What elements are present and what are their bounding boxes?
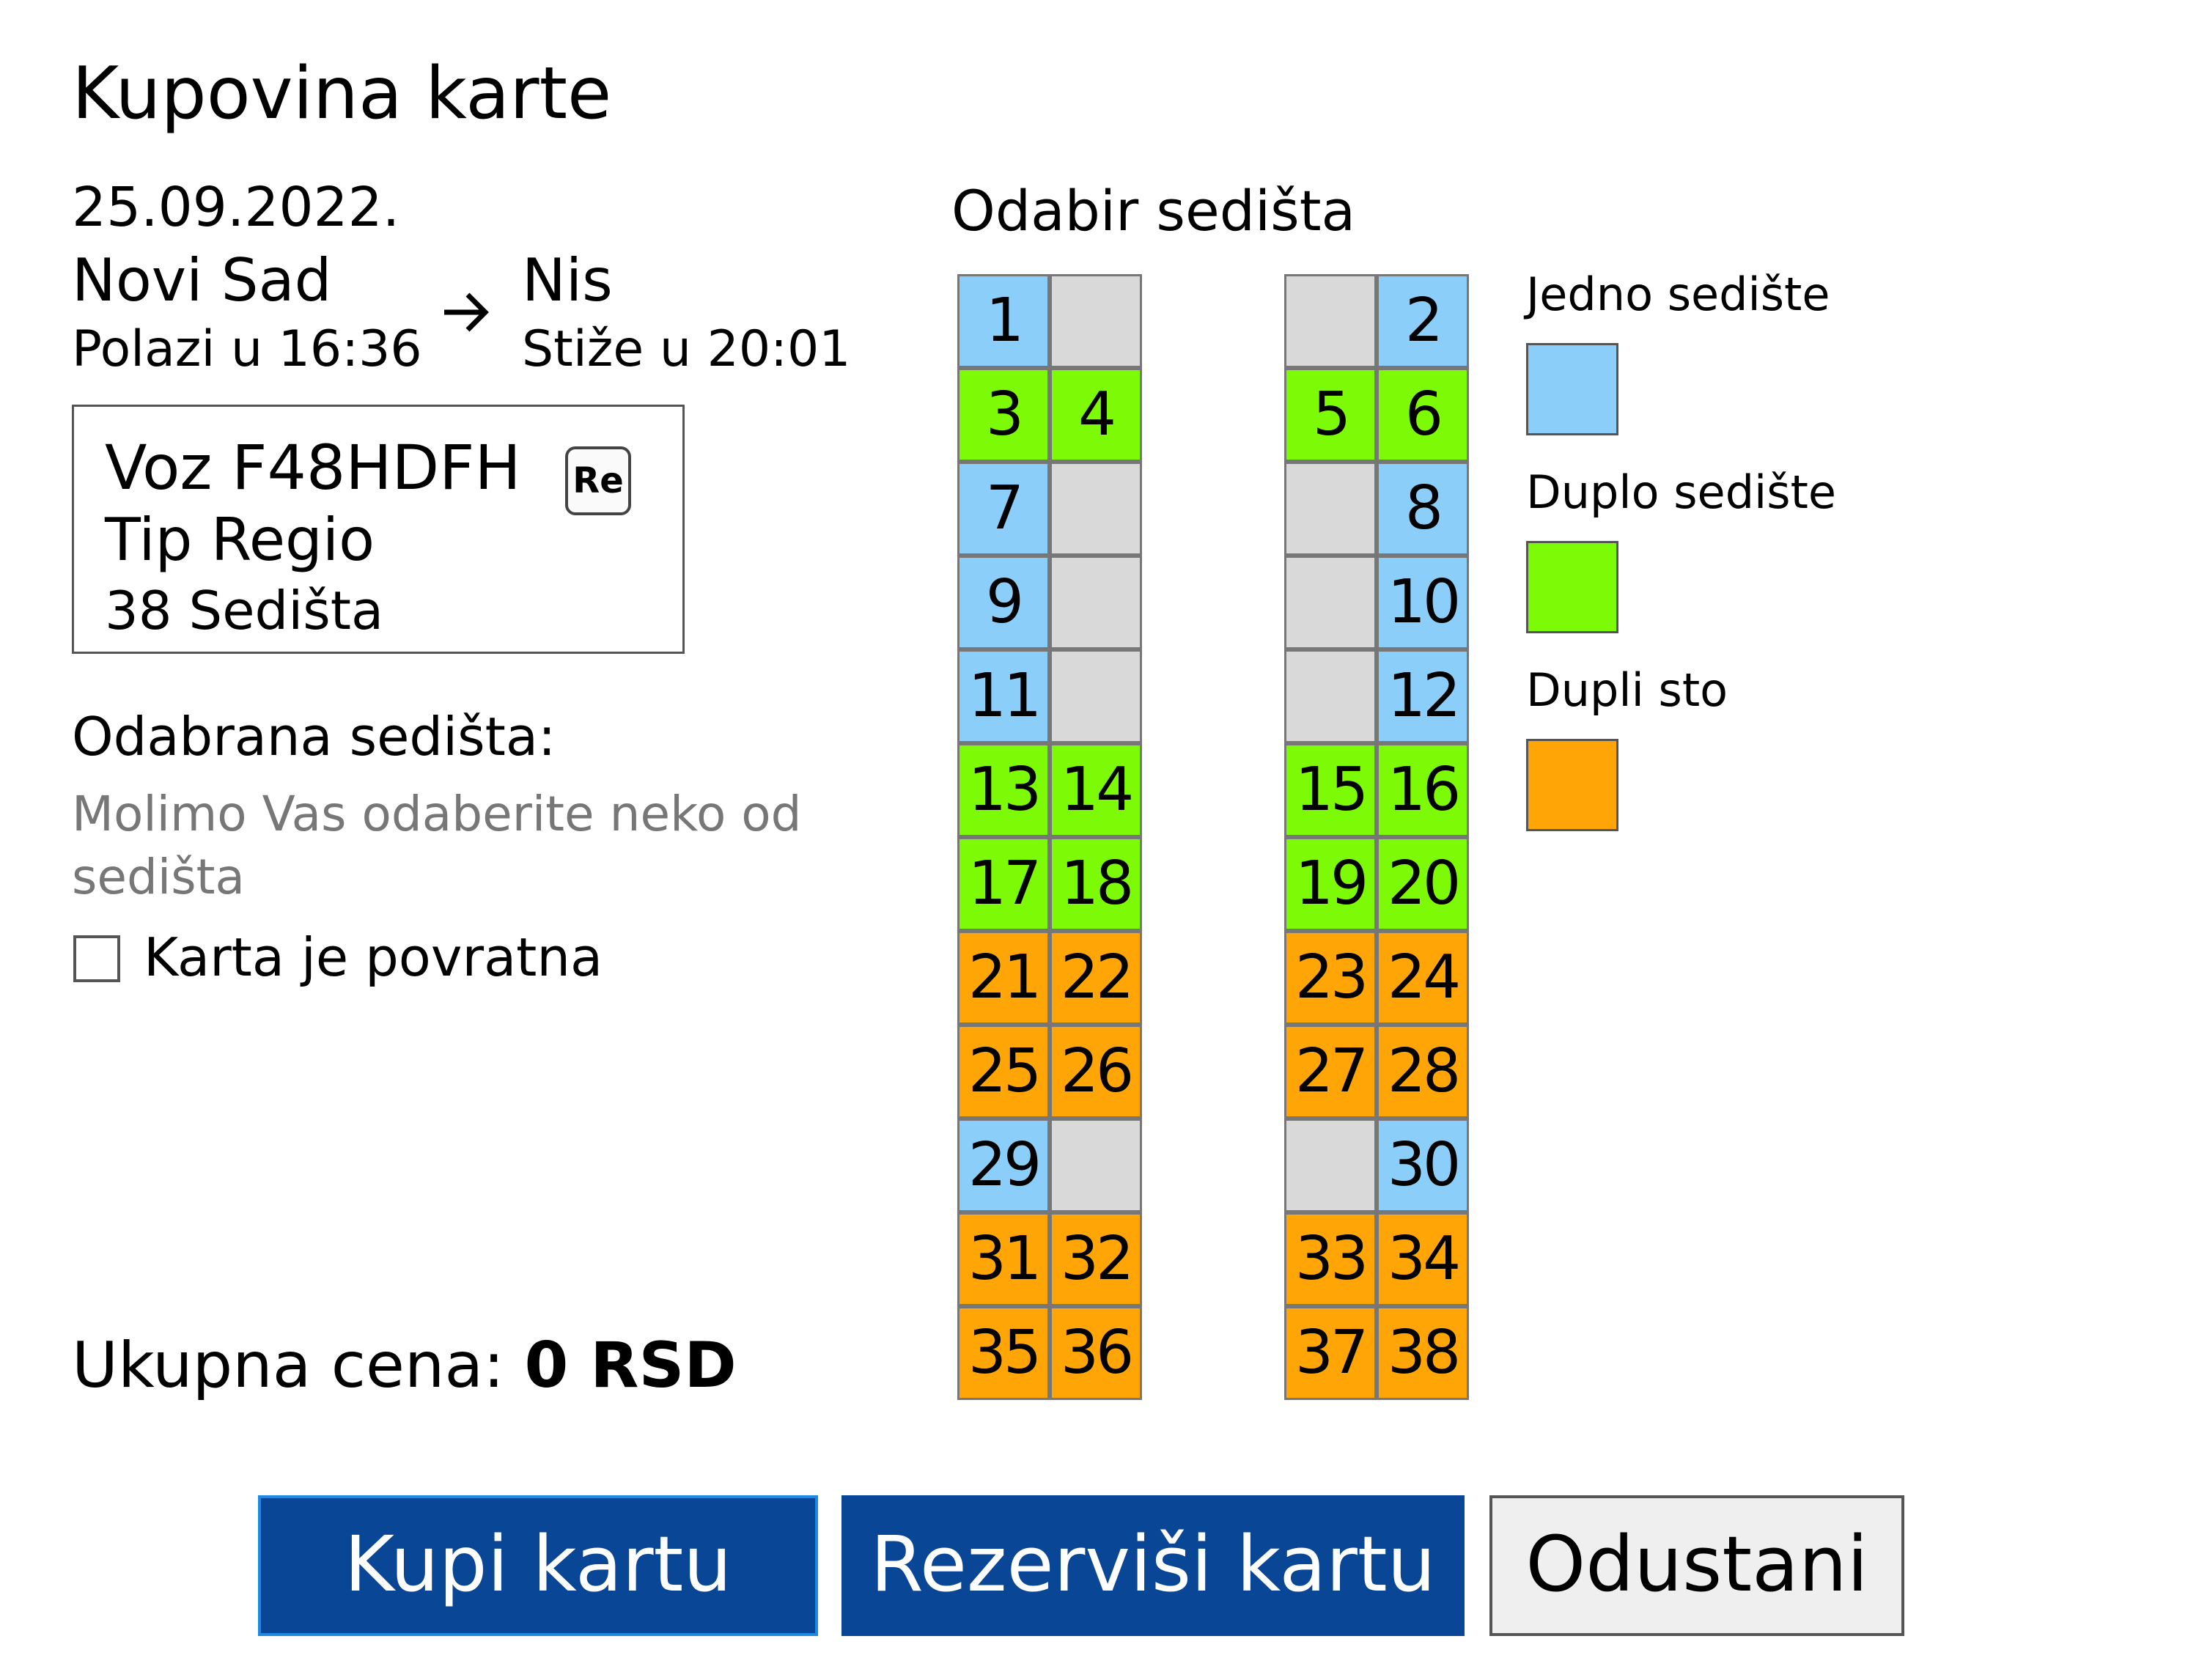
seat-26[interactable]: 26 bbox=[1050, 1025, 1142, 1119]
legend-swatch-single bbox=[1526, 343, 1618, 435]
total-price-value: 0 RSD bbox=[524, 1329, 737, 1402]
seat-7[interactable]: 7 bbox=[957, 462, 1050, 556]
seat-placeholder bbox=[1050, 462, 1142, 556]
seat-placeholder bbox=[1284, 462, 1377, 556]
seat-placeholder bbox=[1284, 1119, 1377, 1212]
seat-25[interactable]: 25 bbox=[957, 1025, 1050, 1119]
seat-32[interactable]: 32 bbox=[1050, 1212, 1142, 1306]
seat-14[interactable]: 14 bbox=[1050, 743, 1142, 837]
selected-seats-placeholder: Molimo Vas odaberite neko od sedišta bbox=[72, 786, 802, 905]
seat-13[interactable]: 13 bbox=[957, 743, 1050, 837]
total-price-label: Ukupna cena: bbox=[72, 1329, 505, 1402]
seat-5[interactable]: 5 bbox=[1284, 368, 1377, 462]
arrow-right-icon bbox=[444, 292, 489, 332]
seat-9[interactable]: 9 bbox=[957, 556, 1050, 649]
seat-27[interactable]: 27 bbox=[1284, 1025, 1377, 1119]
seat-30[interactable]: 30 bbox=[1377, 1119, 1469, 1212]
reserve-ticket-button[interactable]: Rezerviši kartu bbox=[841, 1495, 1465, 1636]
seat-placeholder bbox=[1050, 274, 1142, 368]
seat-23[interactable]: 23 bbox=[1284, 931, 1377, 1025]
seat-35[interactable]: 35 bbox=[957, 1306, 1050, 1400]
seat-placeholder bbox=[1284, 556, 1377, 649]
total-price: Ukupna cena: 0 RSD bbox=[72, 1325, 737, 1406]
seat-4[interactable]: 4 bbox=[1050, 368, 1142, 462]
departure-time: Polazi u 16:36 bbox=[72, 320, 422, 378]
seat-29[interactable]: 29 bbox=[957, 1119, 1050, 1212]
seat-placeholder bbox=[1284, 274, 1377, 368]
seat-22[interactable]: 22 bbox=[1050, 931, 1142, 1025]
legend-label-single: Jedno sedište bbox=[1526, 268, 1830, 321]
train-type-badge: Re bbox=[565, 446, 631, 515]
arrival-time: Stiže u 20:01 bbox=[522, 320, 851, 378]
seat-21[interactable]: 21 bbox=[957, 931, 1050, 1025]
seat-16[interactable]: 16 bbox=[1377, 743, 1469, 837]
return-ticket-checkbox[interactable] bbox=[73, 935, 120, 982]
legend-swatch-double bbox=[1526, 541, 1618, 633]
seat-placeholder bbox=[1284, 649, 1377, 743]
seat-18[interactable]: 18 bbox=[1050, 837, 1142, 931]
page-title: Kupovina karte bbox=[72, 52, 612, 136]
seat-placeholder bbox=[1050, 649, 1142, 743]
seat-15[interactable]: 15 bbox=[1284, 743, 1377, 837]
seat-33[interactable]: 33 bbox=[1284, 1212, 1377, 1306]
seat-31[interactable]: 31 bbox=[957, 1212, 1050, 1306]
seat-placeholder bbox=[1050, 1119, 1142, 1212]
train-type: Tip Regio bbox=[105, 506, 375, 574]
seat-6[interactable]: 6 bbox=[1377, 368, 1469, 462]
seat-selection-title: Odabir sedišta bbox=[951, 178, 1356, 243]
cancel-button[interactable]: Odustani bbox=[1489, 1495, 1904, 1636]
seat-36[interactable]: 36 bbox=[1050, 1306, 1142, 1400]
seat-3[interactable]: 3 bbox=[957, 368, 1050, 462]
seat-37[interactable]: 37 bbox=[1284, 1306, 1377, 1400]
seat-8[interactable]: 8 bbox=[1377, 462, 1469, 556]
arrival-city: Nis bbox=[522, 246, 613, 314]
legend-label-double: Duplo sedište bbox=[1526, 465, 1837, 519]
trip-date: 25.09.2022. bbox=[72, 176, 400, 239]
buy-ticket-button[interactable]: Kupi kartu bbox=[258, 1495, 818, 1636]
seat-17[interactable]: 17 bbox=[957, 837, 1050, 931]
departure-city: Novi Sad bbox=[72, 246, 332, 314]
train-seat-count: 38 Sedišta bbox=[105, 580, 384, 641]
seat-12[interactable]: 12 bbox=[1377, 649, 1469, 743]
train-name: Voz F48HDFH bbox=[105, 432, 521, 504]
return-ticket-label[interactable]: Karta je povratna bbox=[144, 922, 603, 992]
seat-28[interactable]: 28 bbox=[1377, 1025, 1469, 1119]
seat-38[interactable]: 38 bbox=[1377, 1306, 1469, 1400]
seat-10[interactable]: 10 bbox=[1377, 556, 1469, 649]
seat-2[interactable]: 2 bbox=[1377, 274, 1469, 368]
selected-seats-title: Odabrana sedišta: bbox=[72, 706, 556, 767]
legend-label-table: Dupli sto bbox=[1526, 663, 1728, 717]
train-info-card: Voz F48HDFH Re Tip Regio 38 Sedišta bbox=[72, 405, 685, 654]
seat-34[interactable]: 34 bbox=[1377, 1212, 1469, 1306]
seat-20[interactable]: 20 bbox=[1377, 837, 1469, 931]
seat-19[interactable]: 19 bbox=[1284, 837, 1377, 931]
seat-placeholder bbox=[1050, 556, 1142, 649]
seat-24[interactable]: 24 bbox=[1377, 931, 1469, 1025]
seat-1[interactable]: 1 bbox=[957, 274, 1050, 368]
seat-11[interactable]: 11 bbox=[957, 649, 1050, 743]
legend-swatch-table bbox=[1526, 739, 1618, 831]
